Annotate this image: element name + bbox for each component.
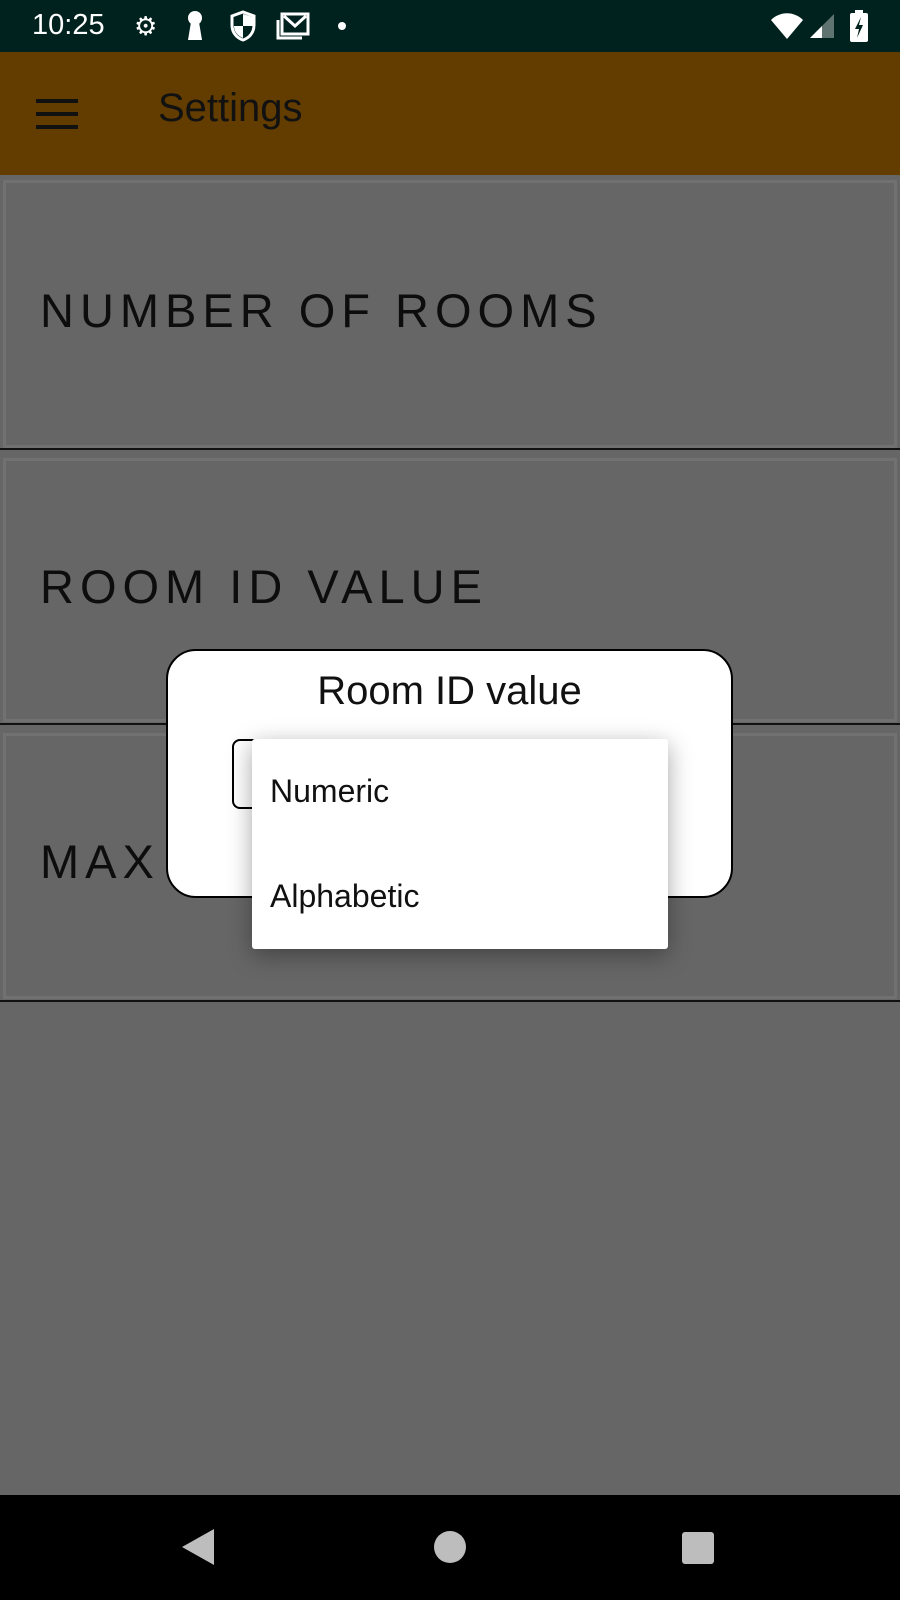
hamburger-menu-icon[interactable] [36,99,78,129]
divider [0,448,900,450]
spinner-dropdown: Numeric Alphabetic [252,739,668,949]
status-bar: 10:25 ⚙ [0,0,900,52]
dialog-title: Room ID value [317,669,582,713]
home-icon[interactable] [434,1531,466,1563]
setting-label: ROOM ID VALUE [40,560,488,613]
setting-label: NUMBER OF ROOMS [40,284,603,337]
option-numeric[interactable]: Numeric [252,739,668,844]
battery-charging-icon [850,10,868,47]
navigation-bar [0,1495,900,1600]
shield-icon [230,10,256,47]
wifi-icon [770,12,804,45]
back-icon[interactable] [182,1529,214,1565]
gmail-icon [276,12,310,45]
dot-icon [338,22,346,30]
setting-number-of-rooms[interactable]: NUMBER OF ROOMS [3,180,897,448]
recent-apps-icon[interactable] [682,1532,714,1564]
signal-icon [808,12,836,45]
setting-label: MAX [40,835,160,888]
page-title: Settings [158,86,303,130]
option-alphabetic[interactable]: Alphabetic [252,844,668,949]
gear-icon: ⚙ [134,11,158,41]
status-time: 10:25 [32,9,105,41]
app-bar: Settings [0,52,900,175]
divider [0,1000,900,1002]
keyhole-icon [186,10,204,47]
